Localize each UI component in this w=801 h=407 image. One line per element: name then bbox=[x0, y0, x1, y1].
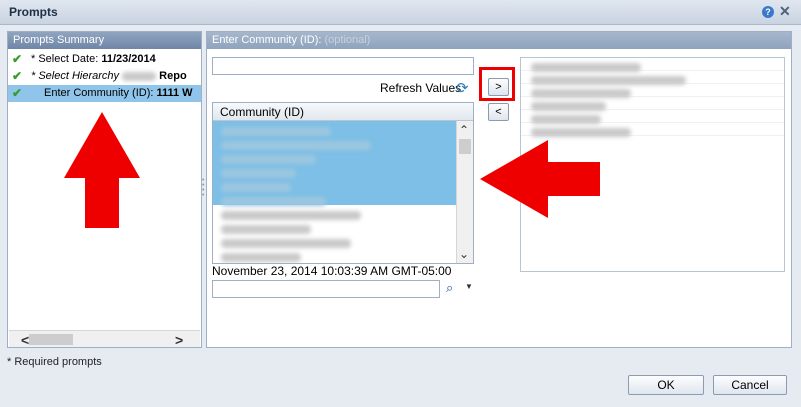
list-item[interactable] bbox=[213, 135, 457, 151]
list-items bbox=[213, 121, 457, 263]
summary-item-value: 11/23/2014 bbox=[101, 53, 156, 65]
remove-value-button[interactable]: < bbox=[488, 103, 509, 121]
redacted-text bbox=[531, 63, 641, 73]
required-prompts-note: * Required prompts bbox=[7, 356, 102, 368]
annotation-arrow-left bbox=[480, 140, 600, 218]
redacted-text bbox=[221, 197, 326, 207]
redacted-text bbox=[531, 76, 686, 86]
summary-item-value: 1111 W bbox=[156, 87, 193, 99]
scroll-thumb[interactable] bbox=[29, 334, 73, 345]
list-item[interactable] bbox=[213, 121, 457, 137]
list-vertical-scrollbar[interactable]: ⌃ ⌄ bbox=[456, 121, 473, 263]
scroll-right-icon[interactable]: > bbox=[175, 332, 183, 348]
list-item[interactable] bbox=[213, 233, 457, 249]
list-item[interactable] bbox=[213, 163, 457, 179]
list-column-header: Community (ID) bbox=[213, 103, 473, 121]
check-icon: ✔ bbox=[12, 69, 23, 83]
summary-item-select-date[interactable]: ✔ * Select Date: 11/23/2014 bbox=[8, 51, 201, 68]
community-value-input[interactable] bbox=[212, 57, 474, 75]
redacted-text bbox=[531, 128, 631, 138]
panel-splitter-handle[interactable]: • • • • bbox=[202, 177, 205, 200]
summary-item-label: * Select Hierarchy bbox=[31, 70, 120, 82]
close-icon[interactable]: ✕ bbox=[779, 3, 791, 19]
dialog-title: Prompts bbox=[9, 5, 58, 19]
redacted-text bbox=[221, 253, 301, 263]
prompts-summary-header: Prompts Summary bbox=[8, 32, 201, 49]
scroll-left-icon[interactable]: < bbox=[21, 332, 29, 348]
redacted-text bbox=[221, 211, 361, 221]
redacted-text bbox=[221, 239, 351, 249]
list-item[interactable] bbox=[521, 123, 784, 138]
optional-hint: (optional) bbox=[324, 34, 371, 46]
redacted-text bbox=[221, 183, 291, 193]
search-values-input[interactable] bbox=[212, 280, 440, 298]
summary-item-value: Repo bbox=[159, 70, 187, 82]
refresh-values-link[interactable]: Refresh Values bbox=[380, 81, 461, 95]
redacted-text bbox=[531, 115, 601, 125]
redacted-text bbox=[221, 141, 371, 151]
last-refresh-timestamp: November 23, 2014 10:03:39 AM GMT-05:00 bbox=[212, 264, 452, 278]
summary-item-label: Enter Community (ID): bbox=[44, 87, 157, 99]
summary-item-enter-community[interactable]: ✔ Enter Community (ID): 1111 W bbox=[8, 85, 201, 102]
dialog-titlebar: Prompts ? ✕ bbox=[0, 0, 801, 25]
scroll-up-icon[interactable]: ⌃ bbox=[459, 123, 469, 137]
redacted-text bbox=[221, 127, 331, 137]
summary-horizontal-scrollbar[interactable]: < > bbox=[9, 330, 200, 348]
scroll-down-icon[interactable]: ⌄ bbox=[459, 247, 469, 261]
annotation-arrow-up bbox=[64, 112, 140, 228]
list-item[interactable] bbox=[521, 58, 784, 73]
prompt-title: Enter Community (ID): bbox=[212, 34, 322, 46]
redacted-text bbox=[221, 155, 316, 165]
redacted-text bbox=[531, 102, 606, 112]
redacted-text bbox=[531, 89, 631, 99]
list-item[interactable] bbox=[521, 110, 784, 125]
check-icon: ✔ bbox=[12, 52, 23, 66]
refresh-icon[interactable]: ⟳ bbox=[456, 79, 469, 97]
redacted-text bbox=[221, 169, 296, 179]
list-item[interactable] bbox=[521, 97, 784, 112]
ok-button[interactable]: OK bbox=[628, 375, 704, 395]
help-icon[interactable]: ? bbox=[762, 6, 774, 18]
list-item[interactable] bbox=[213, 205, 457, 221]
cancel-button[interactable]: Cancel bbox=[713, 375, 787, 395]
search-options-dropdown-icon[interactable]: ▼ bbox=[465, 282, 473, 291]
scroll-thumb[interactable] bbox=[459, 139, 471, 154]
binoculars-search-icon[interactable]: ⌕ bbox=[446, 280, 453, 296]
list-item[interactable] bbox=[213, 177, 457, 193]
redacted-text bbox=[122, 71, 157, 81]
redacted-text bbox=[221, 225, 311, 235]
list-item[interactable] bbox=[521, 71, 784, 86]
check-icon: ✔ bbox=[12, 86, 23, 100]
summary-item-select-hierarchy[interactable]: ✔ * Select Hierarchy Repo bbox=[8, 68, 201, 85]
summary-item-label: * Select Date: bbox=[31, 53, 102, 65]
list-item[interactable] bbox=[213, 191, 457, 207]
community-values-list[interactable]: Community (ID) ⌃ ⌄ bbox=[212, 102, 474, 264]
prompt-detail-header: Enter Community (ID): (optional) bbox=[207, 32, 791, 49]
annotation-highlight-box bbox=[479, 67, 515, 101]
